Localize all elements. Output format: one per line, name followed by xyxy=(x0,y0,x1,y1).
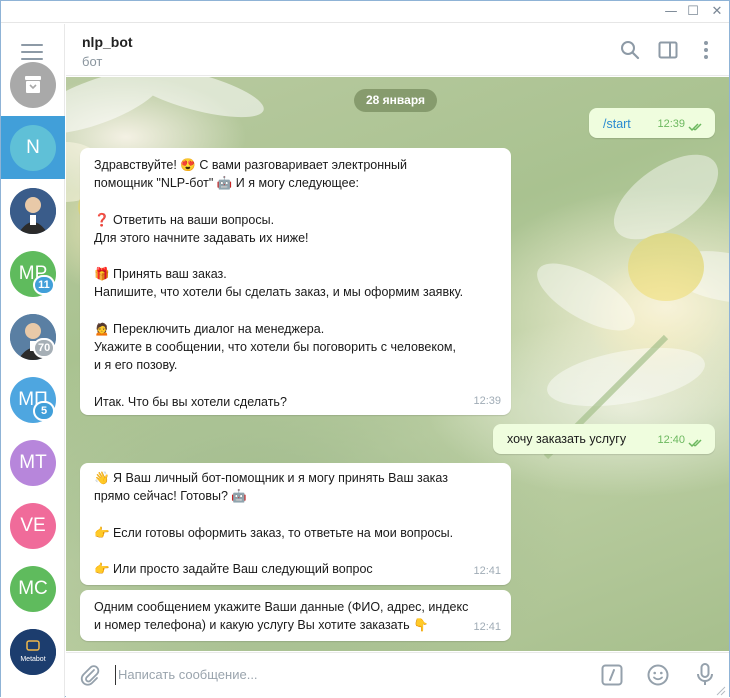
incoming-message[interactable]: Одним сообщением укажите Ваши данные (ФИ… xyxy=(80,590,511,641)
chat-subtitle: бот xyxy=(82,54,103,69)
incoming-message[interactable]: Здравствуйте! 😍 С вами разговаривает эле… xyxy=(80,148,511,415)
date-separator: 28 января xyxy=(354,89,437,112)
message-text-line: 👋 Я Ваш личный бот-помощник и я могу при… xyxy=(94,471,448,485)
bot-commands-icon[interactable] xyxy=(600,663,624,687)
message-text-line: Здравствуйте! 😍 С вами разговаривает эле… xyxy=(94,158,408,172)
chat-list-item[interactable]: 70 xyxy=(1,305,65,368)
minimize-button[interactable]: — xyxy=(662,4,680,20)
chat-list-item[interactable] xyxy=(1,53,65,116)
message-text-line: Укажите в сообщении, что хотели бы погов… xyxy=(94,339,456,354)
title-bar: — ☐ ✕ xyxy=(1,1,729,23)
search-icon[interactable] xyxy=(618,38,642,62)
message-text-line: прямо сейчас! Готовы? 🤖 xyxy=(94,489,247,504)
message-time: 12:39 xyxy=(657,117,685,130)
message-text-line: Одним сообщением укажите Ваши данные (ФИ… xyxy=(94,600,469,614)
maximize-button[interactable]: ☐ xyxy=(684,4,702,20)
chat-list-item[interactable]: МП 5 xyxy=(1,368,65,431)
emoji-icon[interactable] xyxy=(646,663,670,687)
message-text-line xyxy=(94,247,501,265)
chat-list-sidebar: N MP 11 70 МП 5 MT VE MC Metabot xyxy=(1,24,65,698)
message-time: 12:40 xyxy=(657,433,685,446)
outgoing-message[interactable]: хочу заказать услугу 12:40 xyxy=(493,424,715,454)
message-text-line: 👉 Если готовы оформить заказ, то ответьт… xyxy=(94,525,454,540)
message-area: 28 января /start 12:39 Здравствуйте! 😍 С в… xyxy=(66,77,729,651)
chat-title[interactable]: nlp_bot xyxy=(82,34,133,50)
message-text-line: Итак. Что бы вы хотели сделать? xyxy=(94,394,287,409)
avatar-initials: MT xyxy=(10,440,56,486)
outgoing-message[interactable]: /start 12:39 xyxy=(589,108,715,138)
avatar-initials: MC xyxy=(10,566,56,612)
message-text-line xyxy=(94,192,501,210)
message-text-line: и я его позову. xyxy=(94,358,178,373)
attach-paperclip-icon[interactable] xyxy=(78,663,102,687)
resize-grip-icon[interactable] xyxy=(714,684,726,696)
chat-list-item[interactable]: N xyxy=(1,116,65,179)
message-text-line: 👉 Или просто задайте Ваш следующий вопро… xyxy=(94,561,373,576)
chat-list-item[interactable]: VE xyxy=(1,494,65,557)
archive-icon xyxy=(10,62,56,108)
composer-bar: Написать сообщение... xyxy=(66,652,729,697)
avatar-initials: VE xyxy=(10,503,56,549)
message-text-line xyxy=(94,542,501,560)
message-text-line: ❓ Ответить на ваши вопросы. xyxy=(94,212,275,227)
text-caret xyxy=(115,665,116,685)
message-text-line xyxy=(94,374,501,392)
message-text-line: помощник "NLP-бот" 🤖 И я могу следующее: xyxy=(94,176,359,191)
svg-text:Metabot: Metabot xyxy=(20,656,45,663)
avatar-photo xyxy=(10,188,56,234)
close-button[interactable]: ✕ xyxy=(708,4,726,20)
message-text-line xyxy=(94,302,501,320)
read-double-check-icon xyxy=(688,123,702,132)
chat-list-item[interactable]: MC xyxy=(1,557,65,620)
message-text-line: и номер телефона) и какую услугу Вы хоти… xyxy=(94,618,429,633)
chat-list-item[interactable]: Metabot xyxy=(1,620,65,683)
message-time: 12:41 xyxy=(473,620,501,633)
message-input[interactable]: Написать сообщение... xyxy=(118,667,258,682)
message-text-line: 🙍 Переключить диалог на менеджера. xyxy=(94,321,325,336)
message-text-line xyxy=(94,505,501,523)
metabot-logo: Metabot xyxy=(10,629,56,675)
chat-list-item[interactable]: MP 11 xyxy=(1,242,65,305)
message-text-line: Для этого начните задавать их ниже! xyxy=(94,230,309,245)
chat-list-item[interactable]: MT xyxy=(1,431,65,494)
avatar-initials: N xyxy=(10,125,56,171)
read-double-check-icon xyxy=(688,439,702,448)
unread-badge: 5 xyxy=(33,401,55,421)
message-text-line: Напишите, что хотели бы сделать заказ, и… xyxy=(94,285,464,300)
chat-list-item[interactable] xyxy=(1,179,65,242)
sidebar-toggle-icon[interactable] xyxy=(656,38,680,62)
unread-badge: 70 xyxy=(33,338,56,358)
message-time: 12:39 xyxy=(473,394,501,407)
unread-badge: 11 xyxy=(33,275,55,295)
chat-header: nlp_bot бот xyxy=(66,24,729,76)
message-time: 12:41 xyxy=(473,564,501,577)
more-vertical-icon[interactable] xyxy=(694,38,718,62)
incoming-message[interactable]: 👋 Я Ваш личный бот-помощник и я могу при… xyxy=(80,463,511,585)
telegram-window: — ☐ ✕ N MP 11 70 МП 5 MT VE MC Metabot nlp_bot бо… xyxy=(0,0,730,698)
message-text-line: 🎁 Принять ваш заказ. xyxy=(94,267,227,282)
